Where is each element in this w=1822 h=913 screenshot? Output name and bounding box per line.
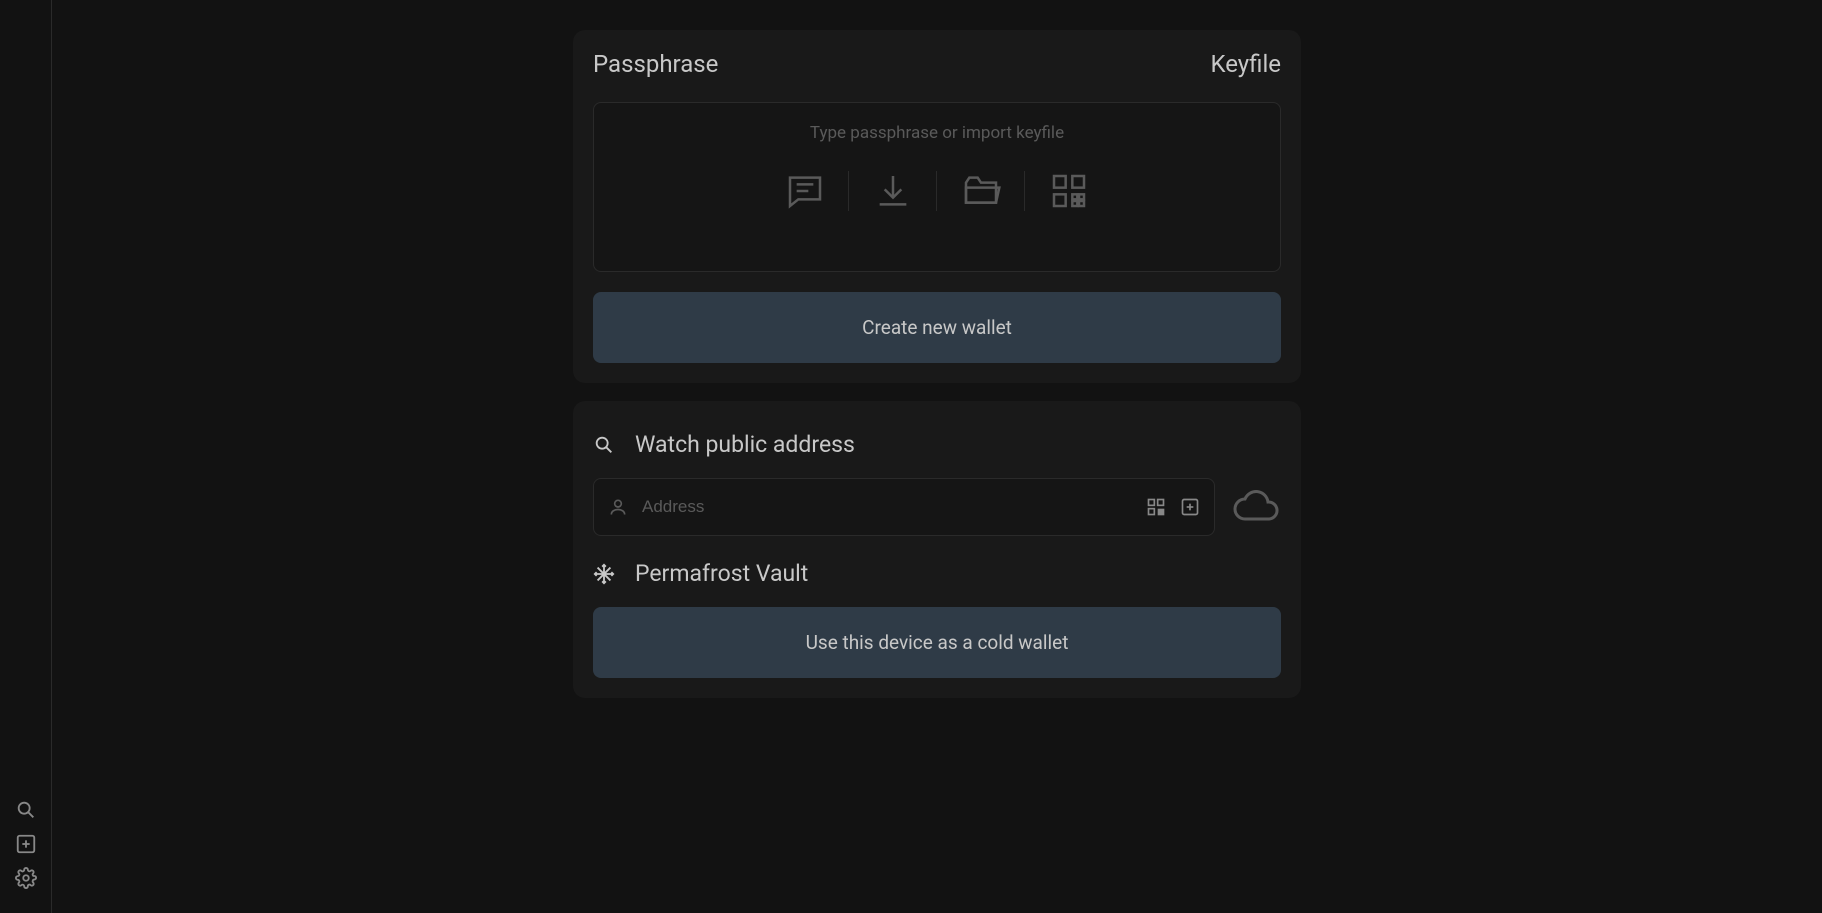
passphrase-card: Passphrase Keyfile Type passphrase or im… [573, 30, 1301, 383]
watch-card: Watch public address [573, 401, 1301, 698]
cold-wallet-button[interactable]: Use this device as a cold wallet [593, 607, 1281, 678]
vault-section-title: Permafrost Vault [635, 560, 808, 587]
sidebar [0, 0, 52, 913]
settings-icon[interactable] [15, 867, 37, 889]
person-icon [608, 497, 628, 517]
qr-code-icon[interactable] [1025, 171, 1113, 211]
snowflake-icon [593, 563, 615, 585]
create-wallet-button[interactable]: Create new wallet [593, 292, 1281, 363]
passphrase-placeholder: Type passphrase or import keyfile [810, 123, 1064, 143]
add-icon[interactable] [15, 833, 37, 855]
address-input[interactable] [642, 497, 1132, 517]
watch-section-header: Watch public address [593, 431, 1281, 458]
passphrase-card-header: Passphrase Keyfile [593, 50, 1281, 78]
folder-open-icon[interactable] [937, 171, 1025, 211]
content-column: Passphrase Keyfile Type passphrase or im… [573, 30, 1301, 913]
cloud-icon[interactable] [1233, 487, 1281, 527]
download-icon[interactable] [849, 171, 937, 211]
search-icon[interactable] [15, 799, 37, 821]
message-icon[interactable] [761, 171, 849, 211]
search-icon [593, 434, 615, 456]
main-area: Passphrase Keyfile Type passphrase or im… [52, 0, 1822, 913]
passphrase-input-area[interactable]: Type passphrase or import keyfile [593, 102, 1281, 272]
address-row [593, 478, 1281, 536]
passphrase-action-row [761, 171, 1113, 211]
tab-keyfile[interactable]: Keyfile [1210, 50, 1281, 78]
watch-section-title: Watch public address [635, 431, 855, 458]
vault-section-header: Permafrost Vault [593, 560, 1281, 587]
tab-passphrase[interactable]: Passphrase [593, 50, 718, 78]
address-input-wrap [593, 478, 1215, 536]
add-square-icon[interactable] [1180, 497, 1200, 517]
qr-code-icon[interactable] [1146, 497, 1166, 517]
